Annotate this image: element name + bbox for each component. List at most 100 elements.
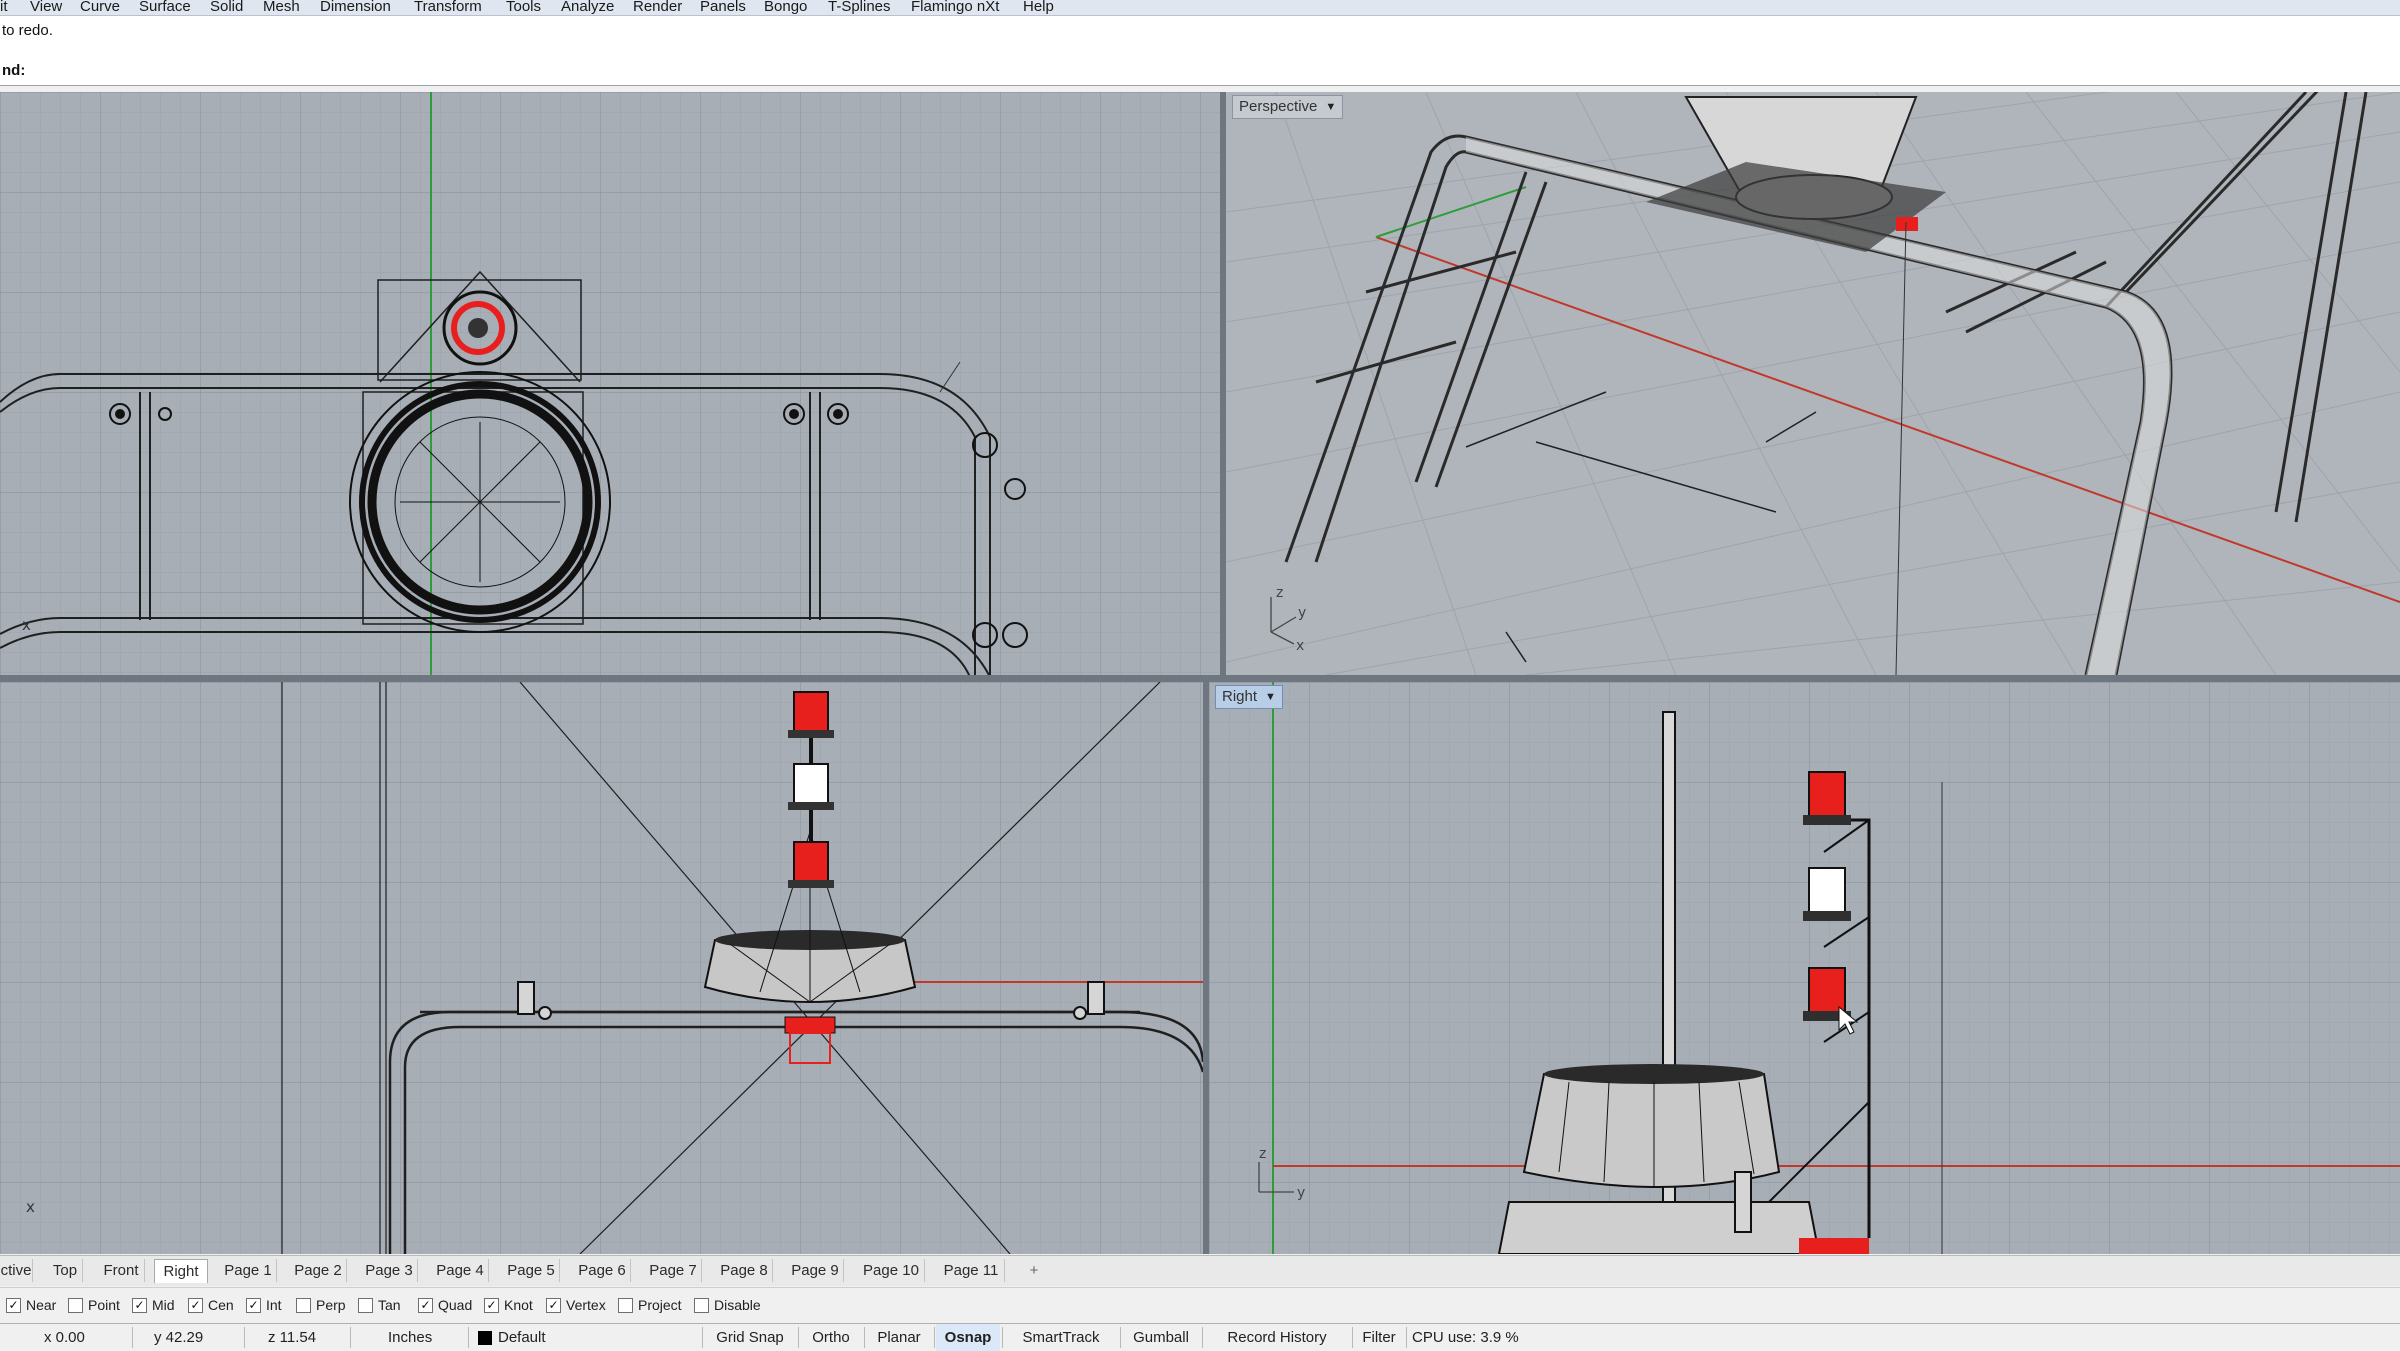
cpu-usage: CPU use: 3.9 % — [1412, 1329, 1519, 1346]
tab-page-6[interactable]: Page 6 — [574, 1259, 631, 1282]
osnap-toggle[interactable]: Osnap — [936, 1324, 1000, 1351]
menu-item-curve[interactable]: Curve — [80, 0, 120, 15]
viewport-perspective[interactable]: z y x Perspective ▼ — [1226, 92, 2400, 675]
menu-item-solid[interactable]: Solid — [210, 0, 243, 15]
tab-page-2[interactable]: Page 2 — [290, 1259, 347, 1282]
osnap-perp[interactable]: Perp — [296, 1297, 346, 1313]
record-history-toggle[interactable]: Record History — [1204, 1324, 1350, 1351]
add-tab-icon[interactable]: + — [1020, 1259, 1048, 1282]
perspective-axis-x: x — [1296, 638, 1304, 654]
tab-page-5[interactable]: Page 5 — [503, 1259, 560, 1282]
chevron-down-icon[interactable]: ▼ — [1325, 96, 1336, 118]
osnap-disable[interactable]: Disable — [694, 1297, 761, 1313]
checkbox-icon[interactable]: ✓ — [484, 1297, 499, 1313]
viewport-top[interactable]: x — [0, 92, 1220, 675]
front-view-canvas: x — [0, 682, 1203, 1254]
osnap-knot[interactable]: ✓ Knot — [484, 1297, 533, 1313]
osnap-vertex[interactable]: ✓ Vertex — [546, 1297, 606, 1313]
menu-item-view[interactable]: View — [30, 0, 62, 15]
checkbox-icon[interactable] — [296, 1297, 311, 1313]
command-line: nd: — [0, 58, 2400, 86]
tab-perspective[interactable]: ctive — [0, 1259, 33, 1282]
coord-y: y 42.29 — [154, 1329, 204, 1346]
osnap-label: Cen — [208, 1297, 234, 1313]
menu-item-dimension[interactable]: Dimension — [320, 0, 391, 15]
command-input[interactable] — [40, 60, 2344, 84]
divider — [864, 1327, 865, 1348]
units-display[interactable]: Inches — [388, 1324, 432, 1351]
ortho-toggle[interactable]: Ortho — [800, 1324, 862, 1351]
checkbox-icon[interactable]: ✓ — [246, 1297, 261, 1313]
checkbox-icon[interactable]: ✓ — [188, 1297, 203, 1313]
divider — [1002, 1327, 1003, 1348]
checkbox-icon[interactable] — [358, 1297, 373, 1313]
tab-top[interactable]: Top — [48, 1259, 83, 1282]
grid-snap-toggle[interactable]: Grid Snap — [704, 1324, 796, 1351]
perspective-axis-z: z — [1276, 585, 1283, 601]
tab-page-3[interactable]: Page 3 — [361, 1259, 418, 1282]
osnap-label: Knot — [504, 1297, 533, 1313]
osnap-bar: ✓ Near Point ✓ Mid ✓ Cen ✓ Int Perp Tan ✓ Qua… — [0, 1287, 2400, 1323]
menu-item-transform[interactable]: Transform — [414, 0, 482, 15]
planar-toggle[interactable]: Planar — [866, 1324, 932, 1351]
right-axis-z: z — [1259, 1146, 1266, 1162]
gumball-toggle[interactable]: Gumball — [1122, 1324, 1200, 1351]
menu-item-analyze[interactable]: Analyze — [561, 0, 614, 15]
checkbox-icon[interactable]: ✓ — [546, 1297, 561, 1313]
chevron-down-icon[interactable]: ▼ — [1265, 686, 1276, 708]
menu-item-help[interactable]: Help — [1023, 0, 1054, 15]
menu-item-mesh[interactable]: Mesh — [263, 0, 300, 15]
tab-right[interactable]: Right — [154, 1259, 208, 1283]
osnap-label: Perp — [316, 1297, 346, 1313]
osnap-label: Int — [266, 1297, 282, 1313]
front-light-stack — [788, 691, 834, 888]
menu-item-render[interactable]: Render — [633, 0, 682, 15]
menu-item-surface[interactable]: Surface — [139, 0, 191, 15]
osnap-label: Point — [88, 1297, 120, 1313]
menu-item-tools[interactable]: Tools — [506, 0, 541, 15]
osnap-near[interactable]: ✓ Near — [6, 1297, 56, 1313]
osnap-tan[interactable]: Tan — [358, 1297, 401, 1313]
osnap-project[interactable]: Project — [618, 1297, 682, 1313]
viewport-front[interactable]: x — [0, 682, 1203, 1254]
right-axis-y: y — [1297, 1185, 1305, 1201]
tab-page-8[interactable]: Page 8 — [716, 1259, 773, 1282]
osnap-mid[interactable]: ✓ Mid — [132, 1297, 175, 1313]
divider — [1202, 1327, 1203, 1348]
viewport-right[interactable]: z y Right ▼ — [1209, 682, 2400, 1254]
checkbox-icon[interactable]: ✓ — [418, 1297, 433, 1313]
divider — [702, 1327, 703, 1348]
tab-page-10[interactable]: Page 10 — [858, 1259, 925, 1282]
tab-page-7[interactable]: Page 7 — [645, 1259, 702, 1282]
divider — [350, 1327, 351, 1348]
perspective-axis-y: y — [1298, 605, 1306, 621]
checkbox-icon[interactable] — [694, 1297, 709, 1313]
menu-item-edit[interactable]: it — [0, 0, 8, 15]
menu-item-bongo[interactable]: Bongo — [764, 0, 807, 15]
osnap-quad[interactable]: ✓ Quad — [418, 1297, 472, 1313]
tab-page-4[interactable]: Page 4 — [432, 1259, 489, 1282]
tab-page-11[interactable]: Page 11 — [938, 1259, 1005, 1282]
viewport-title-perspective[interactable]: Perspective ▼ — [1232, 95, 1344, 119]
menu-item-panels[interactable]: Panels — [700, 0, 746, 15]
osnap-label: Tan — [378, 1297, 401, 1313]
current-layer[interactable]: Default — [498, 1324, 546, 1351]
tab-page-1[interactable]: Page 1 — [220, 1259, 277, 1282]
command-history-line: to redo. — [2, 22, 53, 39]
viewport-title-label: Right — [1222, 688, 1258, 705]
osnap-point[interactable]: Point — [68, 1297, 120, 1313]
osnap-cen[interactable]: ✓ Cen — [188, 1297, 234, 1313]
checkbox-icon[interactable] — [618, 1297, 633, 1313]
tab-page-9[interactable]: Page 9 — [787, 1259, 844, 1282]
checkbox-icon[interactable]: ✓ — [132, 1297, 147, 1313]
osnap-int[interactable]: ✓ Int — [246, 1297, 282, 1313]
checkbox-icon[interactable] — [68, 1297, 83, 1313]
viewport-title-right[interactable]: Right ▼ — [1215, 685, 1283, 709]
checkbox-icon[interactable]: ✓ — [6, 1297, 21, 1313]
tab-front[interactable]: Front — [98, 1259, 145, 1282]
menu-item-flamingo[interactable]: Flamingo nXt — [911, 0, 999, 15]
smarttrack-toggle[interactable]: SmartTrack — [1004, 1324, 1118, 1351]
menu-item-tsplines[interactable]: T-Splines — [828, 0, 891, 15]
filter-toggle[interactable]: Filter — [1354, 1324, 1404, 1351]
divider — [934, 1327, 935, 1348]
